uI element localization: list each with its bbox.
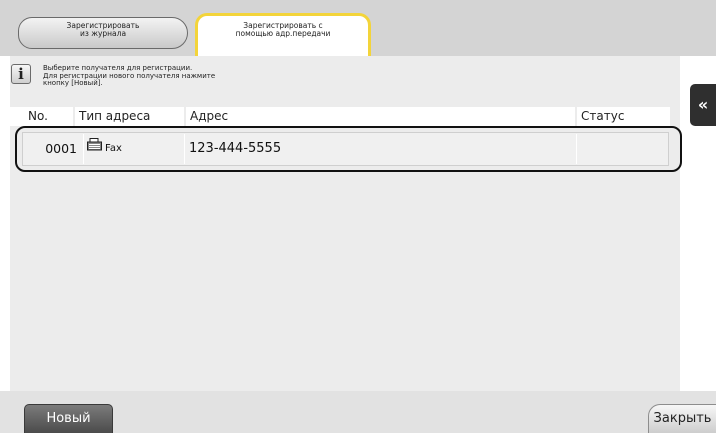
column-header-no: No. [28,109,48,123]
tab-label-line2: из журнала [79,29,127,38]
header-divider [73,107,75,126]
column-header-type: Тип адреса [79,109,151,123]
row-selection-highlight [15,126,682,172]
collapse-panel-button[interactable]: « [690,84,716,126]
info-message: Выберите получателя для регистрации. Для… [43,64,215,88]
new-button[interactable]: Новый [24,404,113,433]
info-line: кнопку [Новый]. [43,79,103,87]
header-divider [184,107,186,126]
tab-label-line2: помощью адр.передачи [235,28,331,38]
info-icon: i [11,64,31,84]
close-button[interactable]: Закрыть [648,404,716,433]
header-divider [575,107,577,126]
column-header-status: Статус [581,109,625,123]
tab-register-by-destination[interactable]: Зарегистрировать с помощью адр.передачи [195,13,371,57]
column-header-address: Адрес [190,109,229,123]
collapse-panel-icon: « [697,95,709,114]
tab-register-from-journal[interactable]: Зарегистрировать из журнала [18,17,188,49]
